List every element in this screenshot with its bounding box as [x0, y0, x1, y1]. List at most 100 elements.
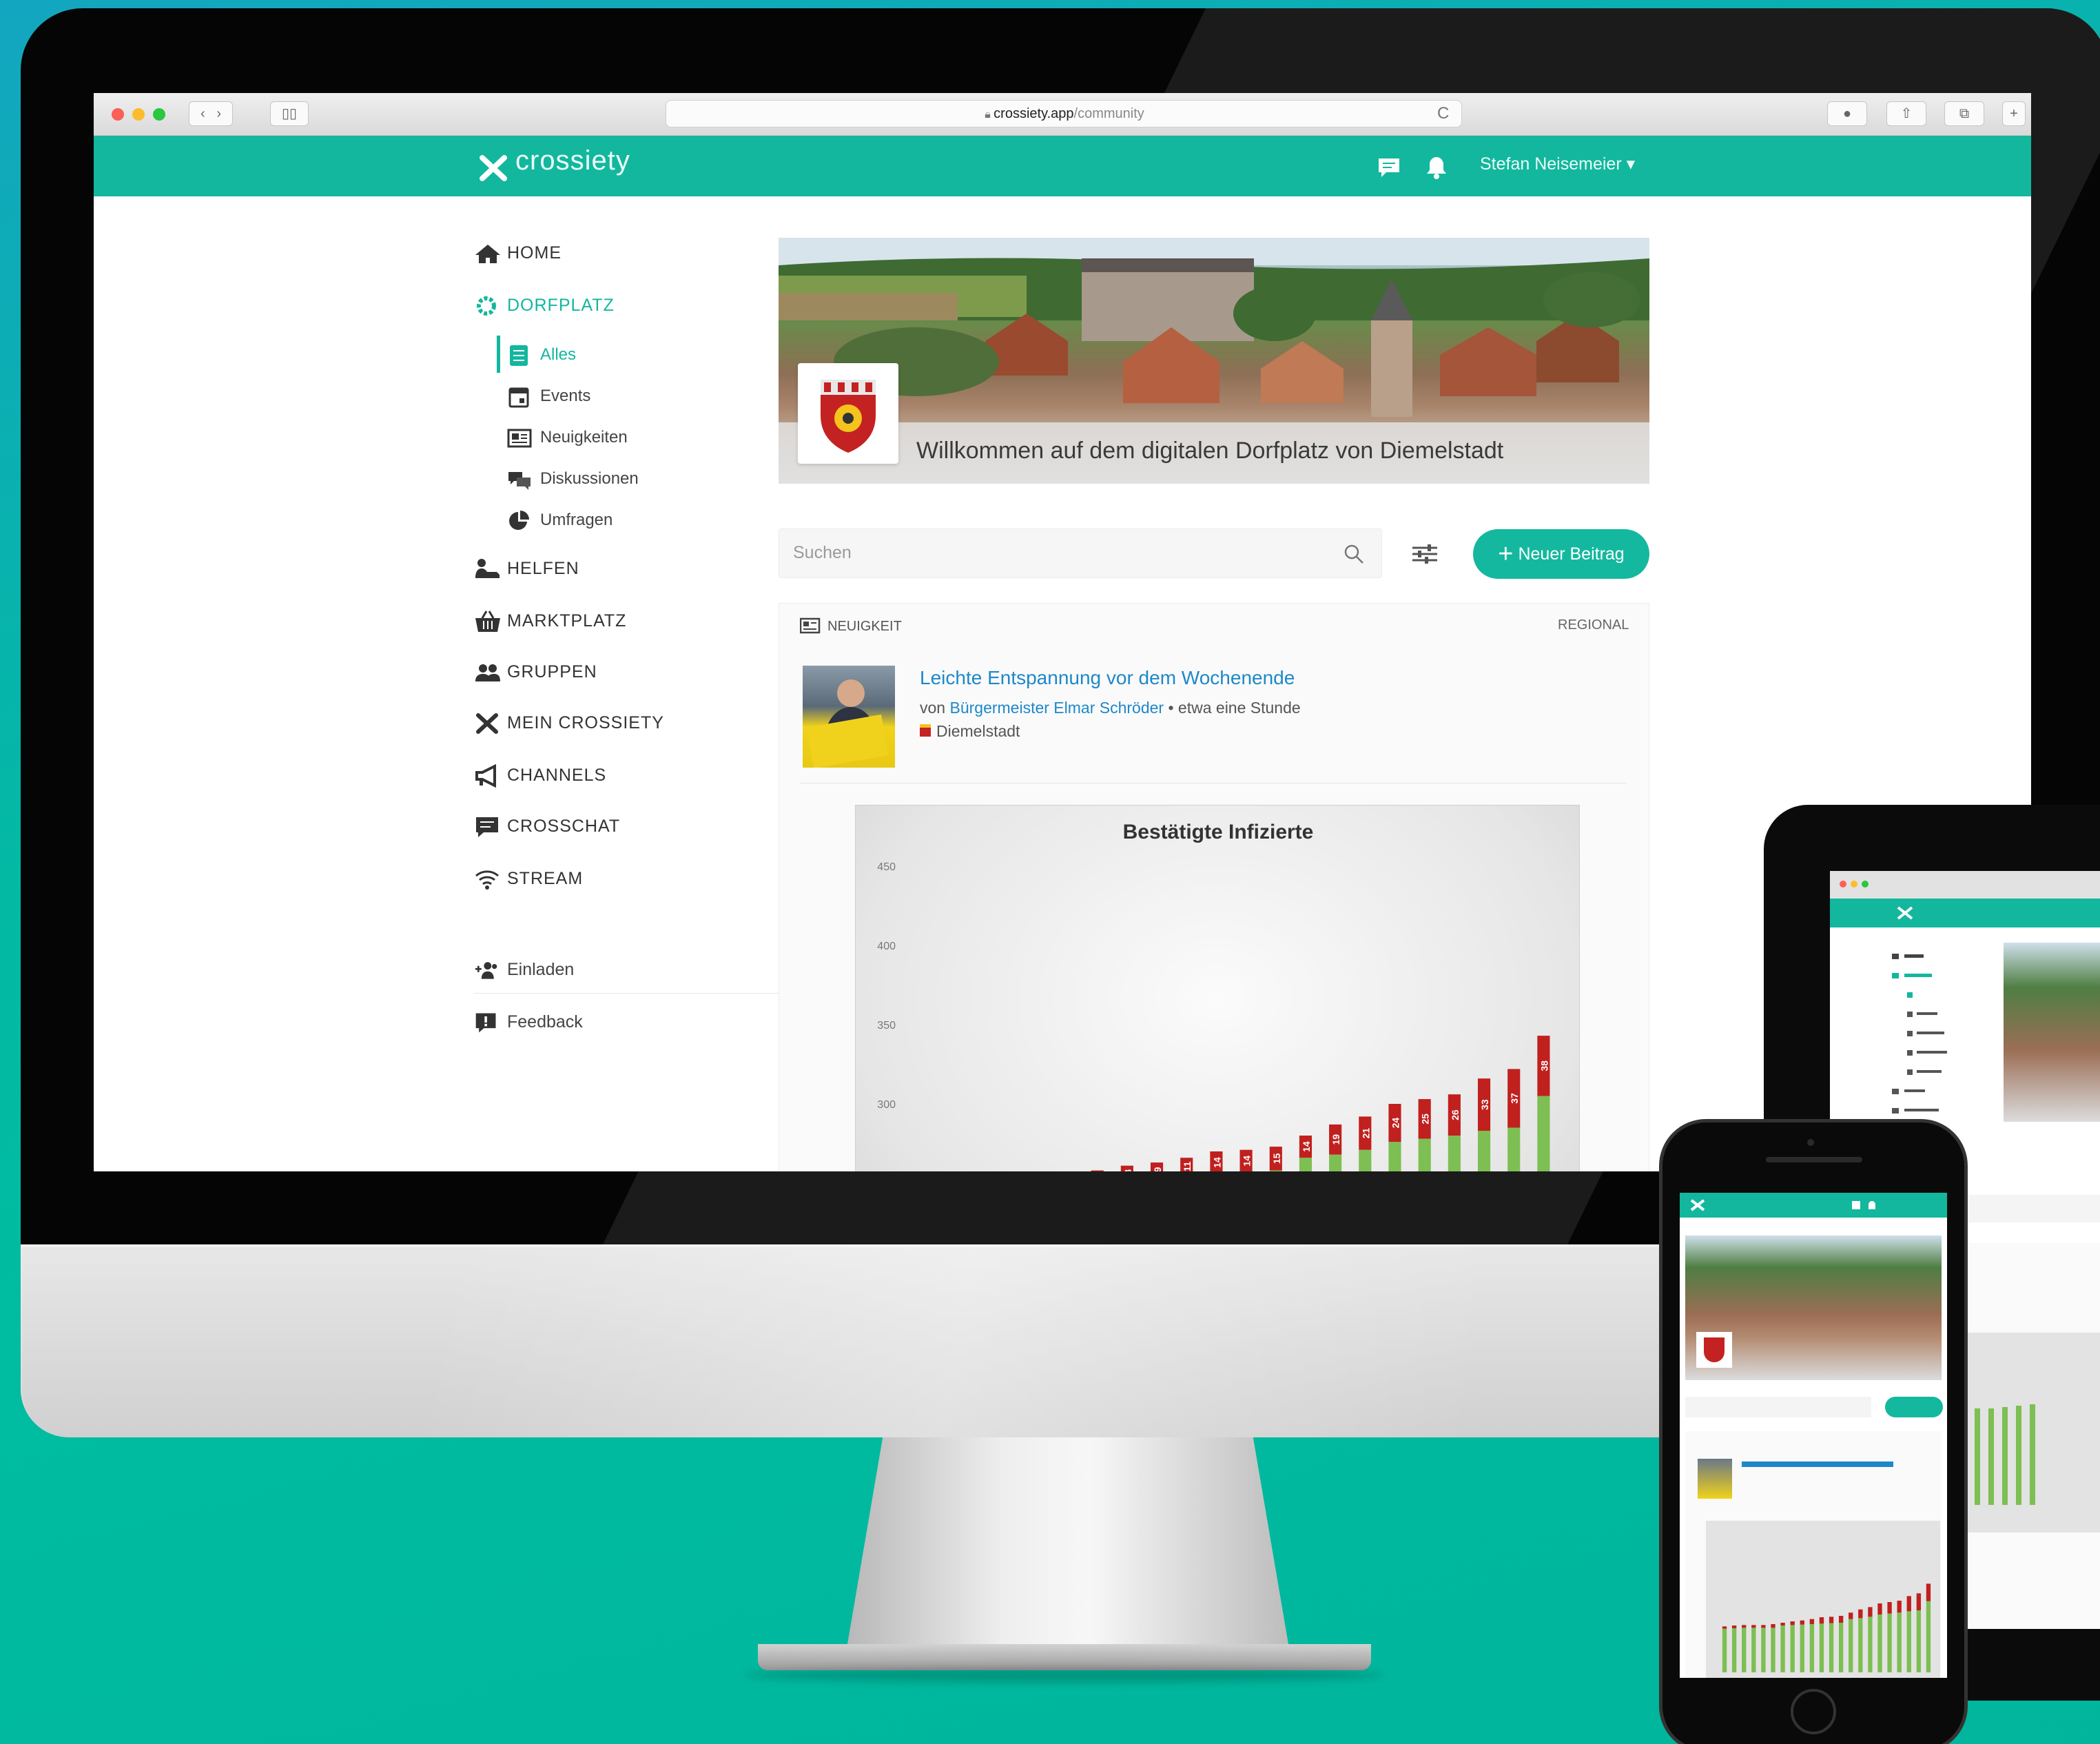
new-post-button[interactable]: + Neuer Beitrag: [1473, 529, 1649, 579]
chart-svg: Bestätigte Infizierte1502002503003504004…: [877, 821, 1550, 1171]
bar-new: [1790, 1621, 1795, 1625]
y-tick-label: 350: [877, 1020, 896, 1032]
minimize-window-button[interactable]: [132, 108, 145, 121]
plus-icon: +: [2010, 106, 2018, 121]
tablet-browser-bar: [1830, 871, 2100, 899]
bar-new: [1751, 1625, 1756, 1628]
bar-new: [1819, 1617, 1824, 1624]
bar-confirmed: [1329, 1154, 1342, 1171]
post-location-label: Diemelstadt: [936, 722, 1020, 740]
bar-confirmed: [1829, 1623, 1834, 1672]
banner-title: Willkommen auf dem digitalen Dorfplatz v…: [916, 438, 1504, 464]
message-icon[interactable]: [1377, 156, 1401, 178]
back-icon[interactable]: ‹: [200, 106, 205, 121]
subnav-label: Umfragen: [540, 511, 613, 529]
back-forward-buttons[interactable]: ‹ ›: [189, 101, 233, 126]
bar-data-label: 26: [1450, 1109, 1461, 1120]
imac-stand: [847, 1437, 1288, 1644]
sidebar-item-label: GRUPPEN: [507, 662, 597, 681]
phone-logo-icon: [1690, 1199, 1705, 1211]
coat-of-arms-icon: [821, 380, 876, 453]
sidebar-item-label: DORFPLATZ: [507, 296, 615, 315]
bar-confirmed: [1537, 1096, 1550, 1171]
sidebar-item-label: HOME: [507, 243, 562, 263]
new-post-label: Neuer Beitrag: [1518, 544, 1625, 564]
megaphone-icon: [475, 764, 496, 788]
forward-icon[interactable]: ›: [216, 106, 221, 121]
bar-confirmed: [1858, 1618, 1863, 1672]
tabs-button[interactable]: ⧉: [1944, 101, 1984, 126]
bar-confirmed: [1906, 1611, 1911, 1672]
pie-chart-icon: [509, 511, 529, 530]
municipality-crest[interactable]: [798, 363, 898, 464]
post-thumbnail[interactable]: [803, 666, 895, 769]
downloads-button[interactable]: ●: [1827, 101, 1867, 126]
share-icon: ⇧: [1900, 106, 1913, 121]
bar-data-label: 14: [1301, 1141, 1312, 1152]
calendar-icon: [508, 387, 529, 408]
filter-icon[interactable]: [1411, 542, 1439, 566]
wifi-icon: [475, 870, 499, 890]
subnav-label: Alles: [540, 345, 577, 364]
bar-data-label: 25: [1420, 1114, 1431, 1125]
users-icon: [475, 664, 500, 681]
post-location: Diemelstadt: [920, 722, 1020, 741]
bar-data-label: 38: [1538, 1060, 1550, 1071]
logo-text[interactable]: crossiety: [515, 145, 630, 176]
bell-icon[interactable]: [1425, 155, 1448, 180]
phone-speaker: [1766, 1157, 1862, 1162]
bar-new: [1771, 1624, 1775, 1628]
phone-post: [1685, 1431, 1942, 1678]
phone-chart: [1706, 1521, 1940, 1678]
address-bar[interactable]: 🔒︎ crossiety.app/community: [666, 100, 1462, 127]
bar-confirmed: [1299, 1158, 1312, 1171]
reload-icon[interactable]: C: [1437, 104, 1449, 123]
user-menu[interactable]: Stefan Neisemeier ▾: [1480, 154, 1635, 174]
subnav-label: Events: [540, 387, 591, 405]
phone-device: [1659, 1119, 1968, 1744]
newspaper-icon: [800, 617, 821, 634]
share-button[interactable]: ⇧: [1886, 101, 1926, 126]
close-window-button[interactable]: [112, 108, 124, 121]
url-text: 🔒︎ crossiety.app/community: [666, 101, 1463, 128]
phone-banner: [1685, 1235, 1942, 1380]
phone-search: [1685, 1397, 1871, 1417]
active-indicator: [497, 336, 500, 373]
bar-confirmed: [1887, 1613, 1892, 1672]
bar-data-label: 24: [1390, 1118, 1401, 1129]
post-author-link[interactable]: Bürgermeister Elmar Schröder: [949, 699, 1164, 717]
new-tab-button[interactable]: +: [2002, 101, 2026, 126]
crossiety-icon: [476, 713, 498, 734]
dorfplatz-icon: [477, 296, 496, 316]
bar-confirmed: [1926, 1601, 1931, 1672]
bar-confirmed: [1477, 1131, 1491, 1171]
bar-new: [1838, 1616, 1844, 1623]
sidebar-item-label: MARKTPLATZ: [507, 611, 627, 630]
crossiety-logo-icon[interactable]: [477, 152, 510, 183]
search-icon[interactable]: [1343, 543, 1365, 565]
imac-stand-shadow: [744, 1668, 1385, 1683]
bar-data-label: 37: [1509, 1093, 1520, 1104]
phone-post-thumb: [1698, 1459, 1732, 1499]
bar-new: [1906, 1596, 1911, 1612]
sidebar-toggle-button[interactable]: ▯▯: [270, 101, 309, 126]
bar-confirmed: [1761, 1628, 1766, 1672]
bar-new: [1926, 1583, 1931, 1601]
author-photo: [806, 679, 889, 769]
sidebar-icon: ▯▯: [281, 106, 297, 121]
tablet-sidebar: [1892, 954, 1947, 1114]
y-tick-label: 400: [877, 941, 896, 952]
search-input[interactable]: Suchen: [779, 529, 1382, 578]
bar-new: [1742, 1625, 1747, 1628]
newspaper-icon: [507, 429, 532, 448]
tablet-chart: [1947, 1333, 2100, 1532]
plus-icon: +: [1498, 540, 1514, 568]
phone-home-button: [1791, 1689, 1836, 1734]
tablet-banner: [2004, 943, 2100, 1122]
phone-message-icon: [1852, 1201, 1860, 1209]
bar-confirmed: [1771, 1628, 1775, 1672]
phone-new-post-button: [1885, 1397, 1943, 1417]
post-title-link[interactable]: Leichte Entspannung vor dem Wochenende: [920, 667, 1295, 689]
zoom-window-button[interactable]: [153, 108, 165, 121]
phone-post-title: [1742, 1461, 1893, 1467]
